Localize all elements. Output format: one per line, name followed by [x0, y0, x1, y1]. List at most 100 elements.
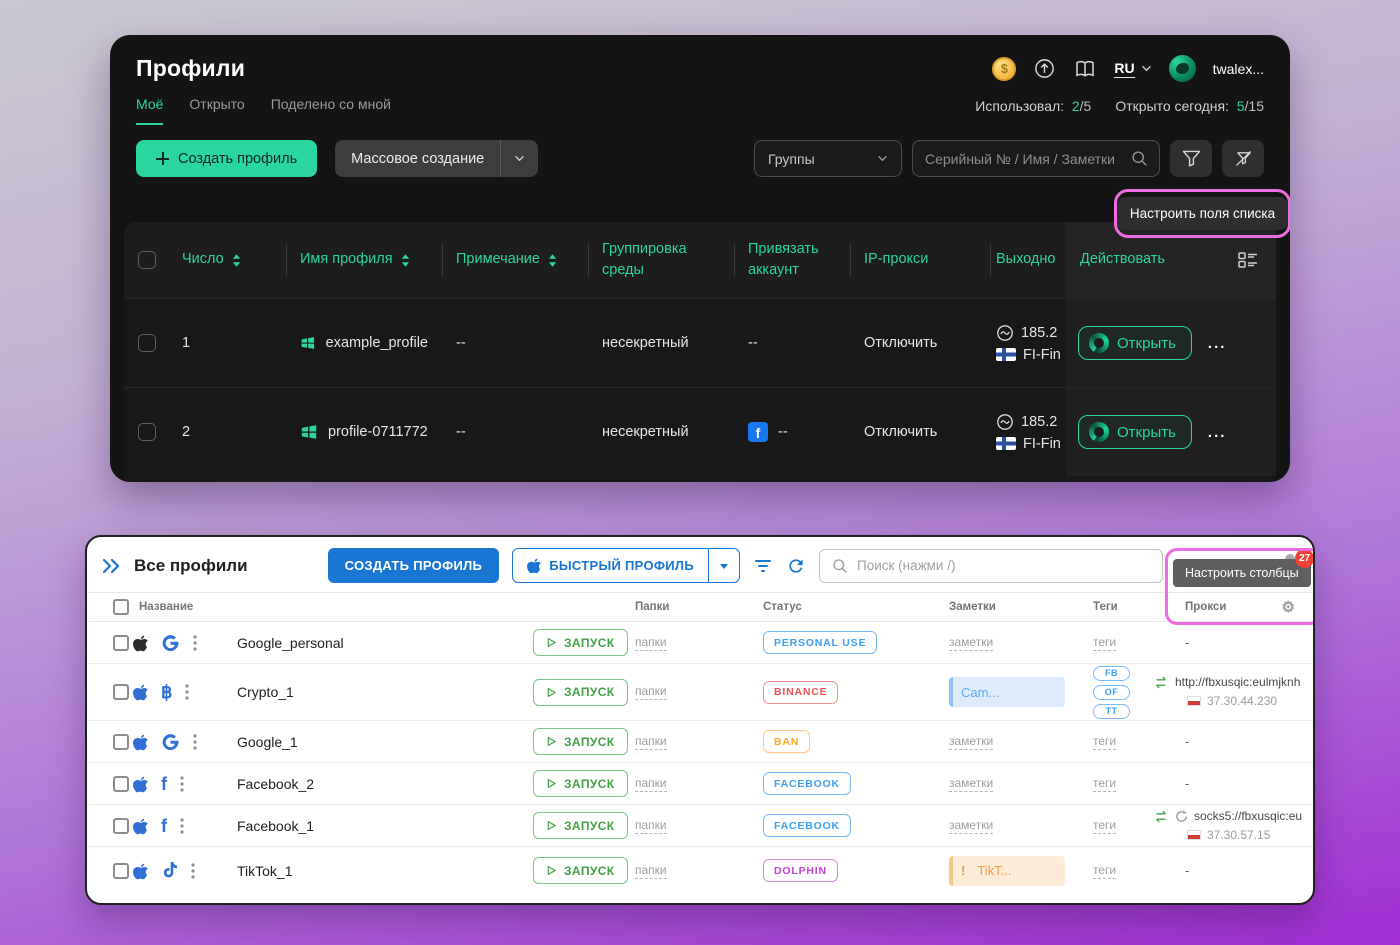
notes-link[interactable]: заметки [949, 635, 993, 651]
folders-link[interactable]: папки [635, 684, 667, 700]
launch-button[interactable]: ЗАПУСК [533, 728, 628, 755]
balance-coin-icon[interactable]: $ [992, 57, 1016, 81]
column-header-number[interactable]: Число [168, 222, 286, 298]
row-more-button[interactable]: ... [1208, 424, 1227, 441]
tags-link[interactable]: теги [1093, 776, 1116, 792]
launch-button[interactable]: ЗАПУСК [533, 770, 628, 797]
notes-link[interactable]: заметки [949, 818, 993, 834]
notes-link[interactable]: заметки [949, 734, 993, 750]
tab-shared[interactable]: Поделено со мной [271, 96, 391, 125]
clear-filters-button[interactable] [1222, 140, 1264, 177]
tags-link[interactable]: теги [1093, 818, 1116, 834]
filter-list-icon[interactable] [753, 558, 773, 574]
status-badge[interactable]: BAN [763, 730, 810, 753]
tag-chip[interactable]: TT [1093, 704, 1130, 719]
row-more-button[interactable]: ... [1208, 335, 1227, 352]
profile-name[interactable]: TikTok_1 [223, 863, 519, 879]
bulk-create-dropdown[interactable] [500, 140, 538, 177]
column-header-env[interactable]: Группировка среды [588, 222, 734, 298]
folders-link[interactable]: папки [635, 776, 667, 792]
filter-button[interactable] [1170, 140, 1212, 177]
column-header-tags[interactable]: Теги [1079, 601, 1171, 613]
tags-link[interactable]: теги [1093, 734, 1116, 750]
row-checkbox[interactable] [138, 423, 156, 441]
proxy-info[interactable]: socks5://fbxusqic:eu 37.30.57.15 [1153, 807, 1302, 844]
column-settings-icon[interactable] [1238, 252, 1258, 268]
column-header-proxy[interactable]: Прокси [1185, 601, 1226, 613]
tag-chip[interactable]: OF [1093, 685, 1130, 700]
gear-icon[interactable]: ⚙ [1282, 600, 1295, 615]
folders-link[interactable]: папки [635, 863, 667, 879]
row-checkbox[interactable] [113, 734, 129, 750]
profile-name[interactable]: Crypto_1 [223, 684, 519, 700]
sort-icon[interactable] [232, 254, 241, 267]
status-badge[interactable]: FACEBOOK [763, 772, 851, 795]
tab-mine[interactable]: Моё [136, 96, 163, 125]
tags-link[interactable]: теги [1093, 635, 1116, 651]
proxy-info[interactable]: http://fbxusqic:eulmjknh 37.30.44.230 [1153, 673, 1300, 710]
notes-link[interactable]: заметки [949, 776, 993, 792]
folders-link[interactable]: папки [635, 635, 667, 651]
collapse-sidebar-icon[interactable] [101, 558, 121, 574]
language-switcher[interactable]: RU [1114, 60, 1151, 78]
create-profile-button[interactable]: СОЗДАТЬ ПРОФИЛЬ [328, 548, 500, 583]
avatar[interactable] [1169, 55, 1196, 82]
profile-name[interactable]: Google_personal [223, 635, 519, 651]
quick-profile-button[interactable]: БЫСТРЫЙ ПРОФИЛЬ [512, 548, 740, 583]
launch-button[interactable]: ЗАПУСК [533, 812, 628, 839]
tag-chip[interactable]: FB [1093, 666, 1130, 681]
profile-name[interactable]: Google_1 [223, 734, 519, 750]
open-profile-button[interactable]: Открыть [1078, 326, 1192, 360]
quick-profile-dropdown[interactable] [708, 549, 739, 582]
column-header-note[interactable]: Примечание [442, 222, 588, 298]
tags-link[interactable]: теги [1093, 863, 1116, 879]
folders-link[interactable]: папки [635, 734, 667, 750]
row-checkbox[interactable] [113, 863, 129, 879]
launch-button[interactable]: ЗАПУСК [533, 857, 628, 884]
row-checkbox[interactable] [113, 684, 129, 700]
column-header-name[interactable]: Название [129, 601, 519, 613]
column-header-name[interactable]: Имя профиля [286, 222, 442, 298]
note-chip[interactable]: Cam... [949, 677, 1065, 707]
row-checkbox[interactable] [113, 635, 129, 651]
kebab-menu-icon[interactable] [193, 635, 197, 651]
column-header-proxy[interactable]: IP-прокси [850, 222, 990, 298]
launch-button[interactable]: ЗАПУСК [533, 679, 628, 706]
row-checkbox[interactable] [138, 334, 156, 352]
row-checkbox[interactable] [113, 776, 129, 792]
username[interactable]: twalex... [1213, 61, 1264, 77]
status-badge[interactable]: FACEBOOK [763, 814, 851, 837]
launch-button[interactable]: ЗАПУСК [533, 629, 628, 656]
select-all-checkbox[interactable] [113, 599, 129, 615]
column-header-notes[interactable]: Заметки [935, 601, 1079, 613]
create-profile-button[interactable]: Создать профиль [136, 140, 317, 177]
kebab-menu-icon[interactable] [180, 818, 184, 834]
groups-select[interactable]: Группы [754, 140, 902, 177]
docs-book-icon[interactable] [1073, 59, 1097, 79]
open-profile-button[interactable]: Открыть [1078, 415, 1192, 449]
status-badge[interactable]: PERSONAL USE [763, 631, 877, 654]
profile-name[interactable]: Facebook_1 [223, 818, 519, 834]
bulk-create-button[interactable]: Массовое создание [335, 140, 538, 177]
tab-open[interactable]: Открыто [189, 96, 244, 125]
column-header-folders[interactable]: Папки [621, 601, 749, 613]
column-header-account[interactable]: Привязать аккаунт [734, 222, 850, 298]
kebab-menu-icon[interactable] [191, 863, 195, 879]
top-up-icon[interactable] [1033, 57, 1056, 80]
note-chip[interactable]: ! TikT... [949, 856, 1065, 886]
sort-icon[interactable] [401, 254, 410, 267]
status-badge[interactable]: DOLPHIN [763, 859, 838, 882]
column-header-status[interactable]: Статус [749, 601, 935, 613]
row-checkbox[interactable] [113, 818, 129, 834]
profile-name[interactable]: Facebook_2 [223, 776, 519, 792]
profiles-search-input[interactable] [925, 151, 1125, 167]
column-header-exit-ip[interactable]: Выходно [990, 222, 1066, 298]
profile-name[interactable]: example_profile [326, 335, 428, 351]
sort-icon[interactable] [548, 254, 557, 267]
refresh-icon[interactable] [786, 556, 806, 576]
status-badge[interactable]: BINANCE [763, 681, 838, 704]
select-all-checkbox[interactable] [138, 251, 156, 269]
tags-list[interactable]: FB OF TT [1093, 666, 1130, 719]
folders-link[interactable]: папки [635, 818, 667, 834]
kebab-menu-icon[interactable] [180, 776, 184, 792]
